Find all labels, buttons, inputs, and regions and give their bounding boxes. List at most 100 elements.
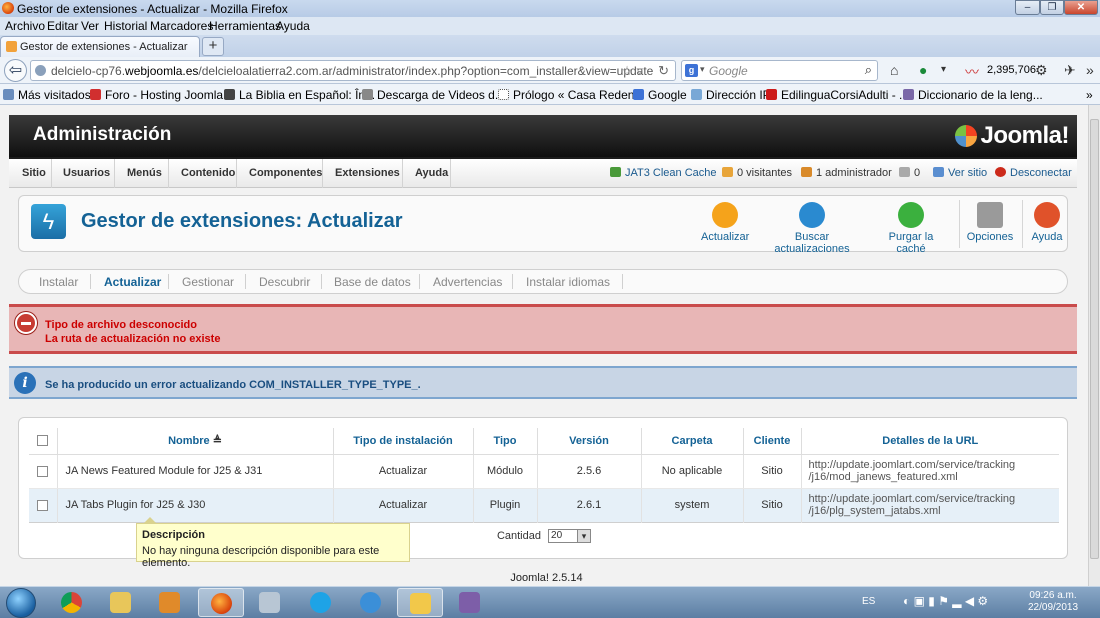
close-button[interactable]: ✕	[1064, 0, 1098, 15]
firefox-icon	[211, 593, 232, 614]
tab-advertencias[interactable]: Advertencias	[433, 275, 502, 289]
taskbar-calculator[interactable]	[247, 588, 293, 617]
overflow-icon[interactable]: »	[1086, 88, 1093, 102]
col-tipo-instalacion[interactable]: Tipo de instalación	[333, 428, 474, 455]
taskbar-firefox[interactable]	[198, 588, 244, 617]
tab-base-de-datos[interactable]: Base de datos	[334, 275, 411, 289]
taskbar-app[interactable]	[447, 588, 493, 617]
row-url: http://update.joomlart.com/service/track…	[801, 454, 1059, 489]
messages-status[interactable]: 0	[899, 167, 920, 179]
clock[interactable]: 09:26 a.m. 22/09/2013	[1028, 590, 1078, 614]
menu-ayuda[interactable]: Ayuda	[276, 19, 310, 33]
row-checkbox[interactable]	[37, 499, 49, 511]
toolbar-box: ϟ Gestor de extensiones: Actualizar Actu…	[18, 195, 1068, 255]
taskbar-skype[interactable]	[298, 588, 344, 617]
search-bar[interactable]: g ▾ Google ⌕	[681, 60, 878, 81]
tab-descubrir[interactable]: Descubrir	[259, 275, 310, 289]
tab-actualizar[interactable]: Actualizar	[104, 275, 161, 289]
col-tipo[interactable]: Tipo	[473, 428, 538, 455]
google-icon: g	[685, 64, 698, 77]
new-tab-button[interactable]: +	[202, 37, 224, 56]
find-updates-button[interactable]: Buscar actualizaciones	[757, 202, 867, 255]
taskbar-ie[interactable]	[348, 588, 394, 617]
menu-extensiones[interactable]: Extensiones	[335, 167, 400, 179]
chevron-down-icon[interactable]: ▾	[941, 64, 946, 75]
row-url: http://update.joomlart.com/service/track…	[801, 488, 1059, 522]
home-icon[interactable]: ⌂	[890, 62, 898, 78]
minimize-button[interactable]: –	[1015, 0, 1040, 15]
stats-icon[interactable]: 〰	[965, 62, 979, 82]
help-button[interactable]: Ayuda	[1029, 202, 1065, 243]
menu-editar[interactable]: Editar	[47, 19, 78, 33]
bookmark-google[interactable]: Google	[633, 88, 687, 102]
menu-usuarios[interactable]: Usuarios	[63, 167, 110, 179]
scroll-thumb[interactable]	[1090, 119, 1099, 559]
tab-instalar[interactable]: Instalar	[39, 275, 78, 289]
browser-tab[interactable]: Gestor de extensiones - Actualizar	[0, 36, 200, 57]
col-cliente[interactable]: Cliente	[743, 428, 802, 455]
jat3-clean-cache-link[interactable]: JAT3 Clean Cache	[610, 167, 717, 179]
back-button[interactable]: ⇦	[4, 59, 27, 82]
menu-contenido[interactable]: Contenido	[181, 167, 235, 179]
menu-marcadores[interactable]: Marcadores	[150, 19, 213, 33]
options-button[interactable]: Opciones	[965, 202, 1015, 243]
purge-cache-button[interactable]: Purgar la caché	[875, 202, 947, 255]
mail-icon	[899, 167, 910, 177]
flag-icon	[691, 89, 702, 100]
bookmark-mas-visitados[interactable]: Más visitados	[3, 88, 91, 102]
description-tooltip: Descripción No hay ninguna descripción d…	[136, 517, 410, 569]
menu-historial[interactable]: Historial	[104, 19, 147, 33]
bookmark-edilingua[interactable]: EdilinguaCorsiAdulti - ...	[766, 88, 909, 102]
tray-icons[interactable]: ◐ ▣ ▮ ⚑ ▂ ◀ ⚙	[903, 594, 988, 608]
bookmarks-toolbar: Más visitados Foro - Hosting Joomla... L…	[0, 84, 1100, 105]
search-icon[interactable]: ⌕	[865, 62, 872, 78]
window-titlebar: Gestor de extensiones - Actualizar - Moz…	[0, 0, 1100, 17]
reload-icon[interactable]: ↻	[658, 63, 669, 79]
globe-icon	[35, 65, 46, 76]
menu-sitio[interactable]: Sitio	[22, 167, 46, 179]
taskbar-media[interactable]	[147, 588, 193, 617]
limit-label: Cantidad	[496, 530, 541, 543]
mail-icon	[410, 593, 431, 614]
col-carpeta[interactable]: Carpeta	[641, 428, 744, 455]
addon-icon[interactable]: ⚙	[1035, 62, 1048, 79]
menu-componentes[interactable]: Componentes	[249, 167, 322, 179]
maximize-button[interactable]: ❐	[1040, 0, 1064, 15]
vertical-scrollbar[interactable]	[1088, 105, 1100, 586]
start-button[interactable]	[2, 587, 42, 618]
menu-archivo[interactable]: Archivo	[5, 19, 45, 33]
update-button[interactable]: Actualizar	[701, 202, 749, 243]
tab-instalar-idiomas[interactable]: Instalar idiomas	[526, 275, 610, 289]
taskbar-explorer[interactable]	[98, 588, 144, 617]
col-nombre[interactable]: Nombre ≜	[57, 428, 334, 455]
addon-bird-icon[interactable]: ✈	[1064, 62, 1076, 79]
menu-ver[interactable]: Ver	[81, 19, 99, 33]
page-content: Administración Joomla! Sitio Usuarios Me…	[0, 105, 1088, 586]
taskbar-mail[interactable]	[397, 588, 443, 617]
bookmark-diccionario[interactable]: Diccionario de la leng...	[903, 88, 1043, 102]
row-checkbox[interactable]	[37, 465, 49, 477]
bookmark-star-icon[interactable]: ☆ ▿	[621, 63, 643, 79]
bookmark-biblia[interactable]: La Biblia en Español: În...	[224, 88, 375, 102]
admins-status: 1 administrador	[801, 167, 892, 179]
language-indicator[interactable]: ES	[862, 596, 875, 607]
taskbar-chrome[interactable]	[49, 588, 95, 617]
menu-ayuda[interactable]: Ayuda	[415, 167, 448, 179]
view-site-link[interactable]: Ver sitio	[933, 167, 987, 179]
menu-menus[interactable]: Menús	[127, 167, 162, 179]
col-version[interactable]: Versión	[537, 428, 642, 455]
tab-gestionar[interactable]: Gestionar	[182, 275, 234, 289]
refresh-icon	[799, 202, 825, 228]
bookmark-prologo[interactable]: Prólogo « Casa Reden...	[498, 88, 644, 102]
logout-link[interactable]: Desconectar	[995, 167, 1072, 179]
overflow-icon[interactable]: »	[1086, 62, 1094, 78]
addon-globe-icon[interactable]: ●	[919, 62, 927, 78]
monitor-icon	[933, 167, 944, 177]
bookmark-direccion-ip[interactable]: Dirección IP	[691, 88, 771, 102]
select-all-checkbox[interactable]	[37, 435, 49, 447]
url-bar[interactable]: delcielo-cp76.webjoomla.es/delcieloalati…	[30, 60, 676, 81]
bookmark-foro-hosting[interactable]: Foro - Hosting Joomla...	[90, 88, 233, 102]
bookmark-descarga-videos[interactable]: Descarga de Videos d...	[362, 88, 505, 102]
limit-select[interactable]: 20	[548, 529, 592, 544]
menu-herramientas[interactable]: Herramientas	[209, 19, 281, 33]
